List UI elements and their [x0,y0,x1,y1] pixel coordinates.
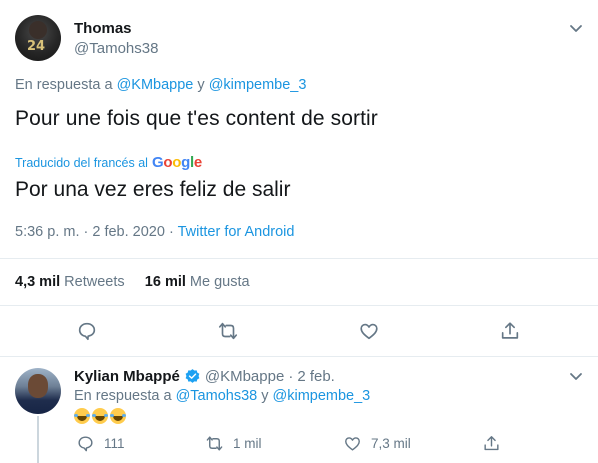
tears-of-joy-emoji-icon [92,407,108,424]
reply-user-link[interactable]: @KMbappe [117,77,194,93]
reply-user-link[interactable]: @Tamohs38 [176,388,258,404]
reply-author-handle[interactable]: @KMbappe [205,368,284,385]
avatar-thomas[interactable]: 24 [15,15,61,61]
divider [0,356,598,357]
divider [0,258,598,259]
tweet-stats: 4,3 mil Retweets 16 mil Me gusta [15,274,250,290]
tears-of-joy-emoji-icon [110,407,126,424]
reply-icon [78,436,93,452]
reply-button[interactable]: 111 [76,434,125,453]
reply-conjunction: y [261,388,269,404]
tweet-source[interactable]: Twitter for Android [178,224,295,240]
meta-separator: · [168,224,174,240]
reply-conjunction: y [197,77,205,93]
retweet-icon[interactable] [217,320,239,342]
reply-prefix: En respuesta a [15,77,113,93]
translated-text: Por una vez eres feliz de salir [15,178,291,201]
reply-user-link[interactable]: @kimpembe_3 [209,77,307,93]
google-logo: Google [151,154,202,171]
like-button[interactable]: 7,3 mil [343,434,411,453]
retweet-icon [206,436,223,451]
retweet-count: 1 mil [233,436,262,451]
thread-line [37,416,39,463]
share-icon[interactable] [499,320,521,342]
reply-author-name[interactable]: Kylian Mbappé [74,368,180,385]
reply-user-link[interactable]: @kimpembe_3 [273,388,371,404]
author-name[interactable]: Thomas [74,20,132,37]
avatar-mbappe[interactable] [15,368,61,414]
likes-count: 16 mil [144,274,186,290]
verified-badge-icon [184,368,201,385]
share-button[interactable] [482,434,501,453]
reply-text [74,405,128,425]
reply-context: En respuesta a @KMbappe y @kimpembe_3 [15,77,306,93]
retweets-count: 4,3 mil [15,274,61,290]
like-count: 7,3 mil [371,436,411,451]
translated-label[interactable]: Traducido del francés al [15,156,148,170]
tweet-time[interactable]: 5:36 p. m. · 2 feb. 2020 [15,224,165,240]
reply-icon[interactable] [76,320,98,342]
likes-stat[interactable]: 16 mil Me gusta [145,274,250,290]
author-handle[interactable]: @Tamohs38 [74,40,158,57]
divider [0,305,598,306]
chevron-down-icon[interactable] [566,18,586,38]
like-icon [345,437,360,451]
chevron-down-icon[interactable] [566,366,586,386]
like-icon[interactable] [358,320,380,342]
retweets-label: Retweets [64,274,125,290]
tweet-meta: 5:36 p. m. · 2 feb. 2020 · Twitter for A… [15,224,294,240]
share-icon [484,436,499,451]
reply-context: En respuesta a @Tamohs38 y @kimpembe_3 [74,388,370,404]
reply-header: Kylian Mbappé @KMbappe · 2 feb. [74,368,335,385]
translation-attribution: Traducido del francés al Google [15,154,202,171]
retweet-button[interactable]: 1 mil [205,434,262,453]
reply-date[interactable]: 2 feb. [297,368,335,385]
tears-of-joy-emoji-icon [74,407,90,424]
tweet-text: Pour une fois que t'es content de sortir [15,107,378,130]
reply-date-separator: · [288,368,294,385]
reply-count: 111 [104,436,125,451]
likes-label: Me gusta [189,274,250,290]
retweets-stat[interactable]: 4,3 mil Retweets [15,274,125,290]
reply-prefix: En respuesta a [74,388,172,404]
